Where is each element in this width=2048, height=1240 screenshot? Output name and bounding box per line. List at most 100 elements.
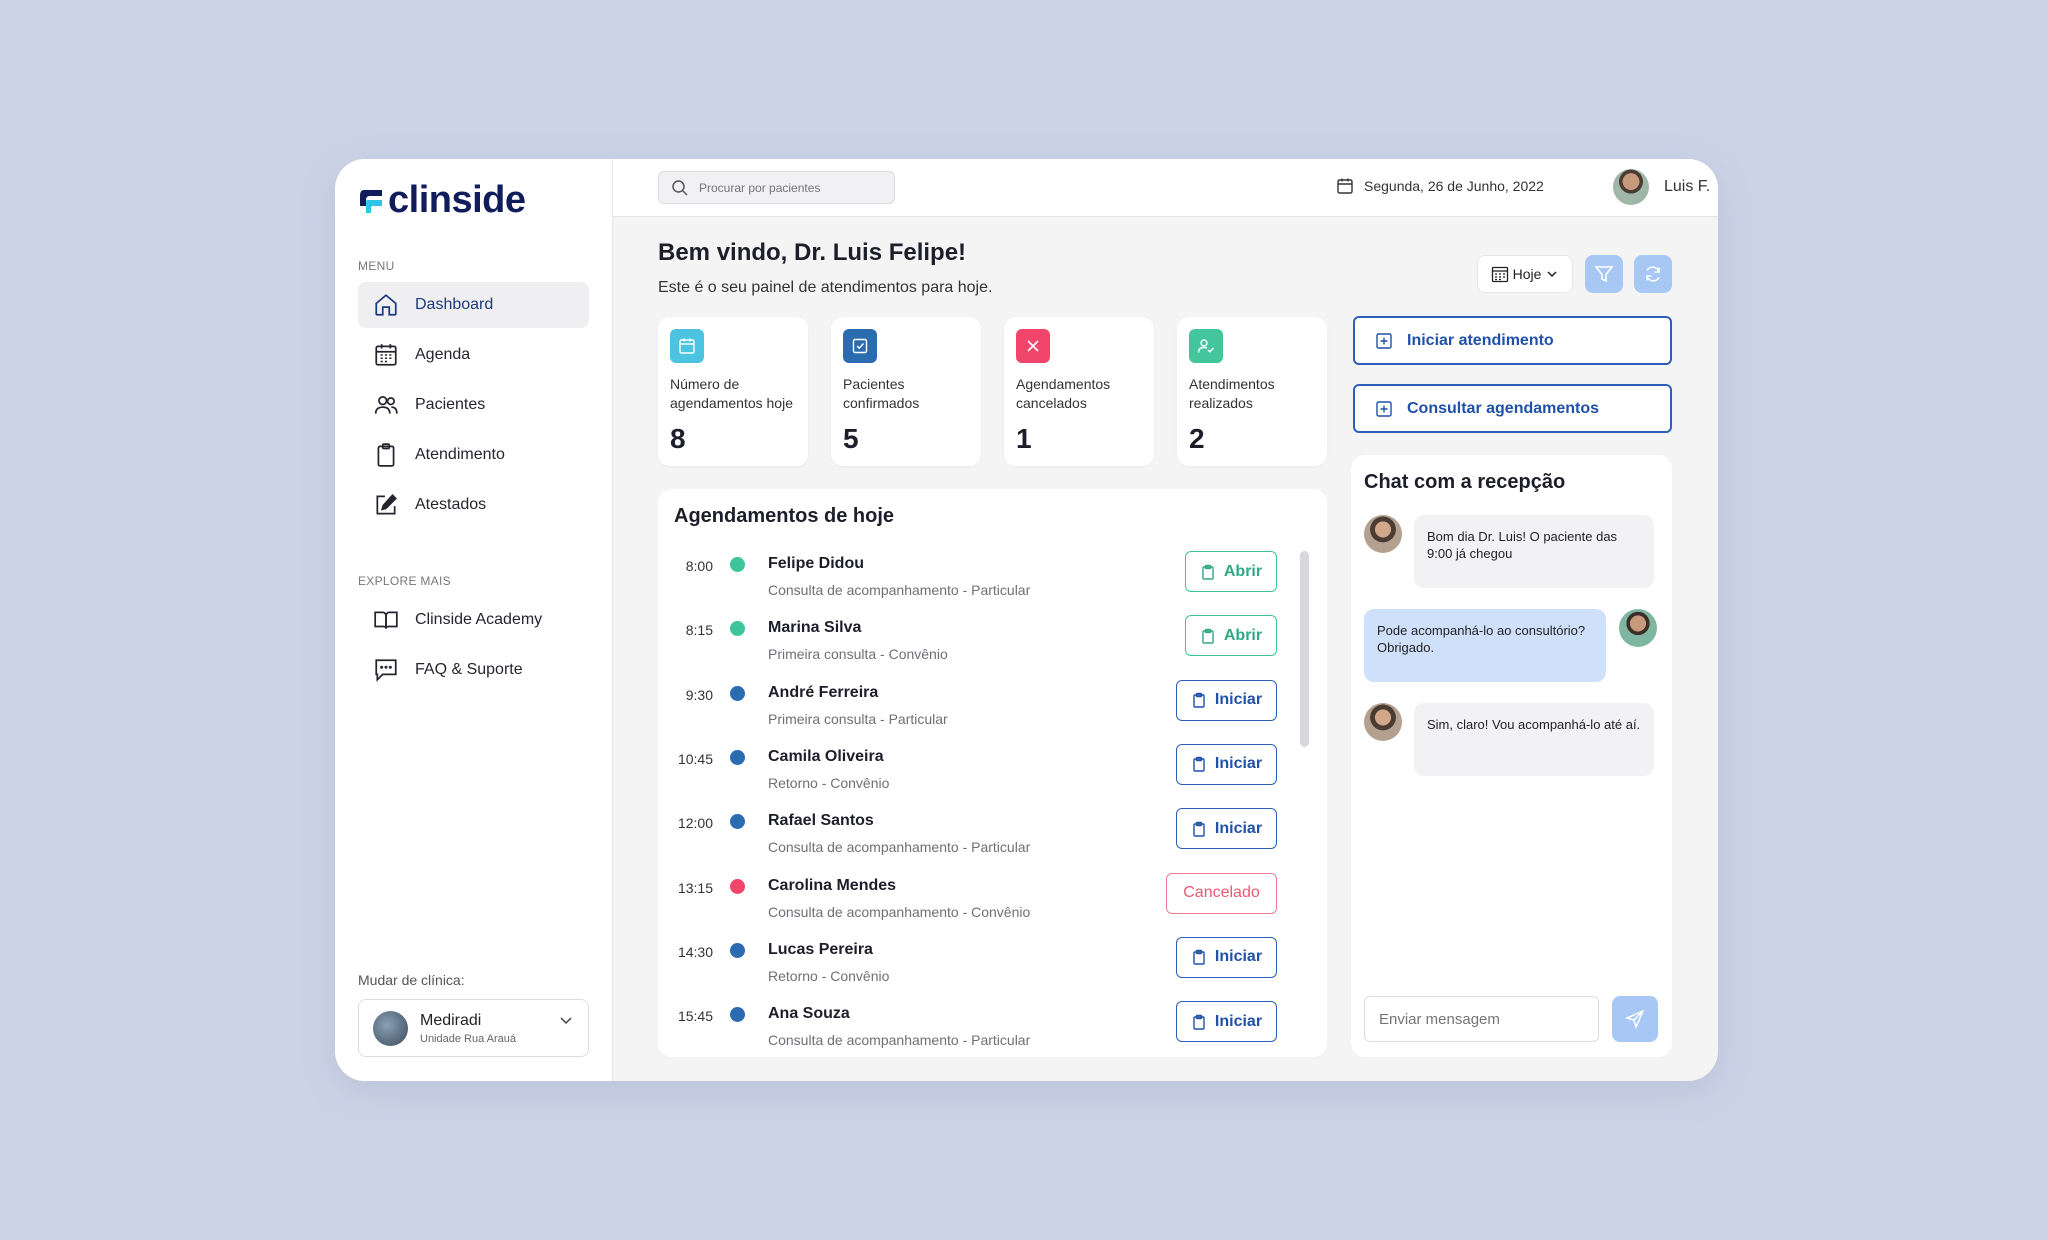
explore-menu: Clinside Academy FAQ & Suporte — [358, 597, 589, 697]
send-icon — [1625, 1009, 1645, 1029]
send-button[interactable] — [1612, 996, 1658, 1042]
clipboard-icon — [1202, 564, 1214, 580]
message-input[interactable] — [1364, 996, 1599, 1042]
search-input[interactable] — [699, 180, 879, 195]
page-title: Bem vindo, Dr. Luis Felipe! — [658, 239, 967, 266]
stat-card-appointments: Número de agendamentos hoje 8 — [658, 317, 808, 466]
sidebar-item-atendimento[interactable]: Atendimento — [358, 432, 589, 478]
filter-button[interactable] — [1585, 255, 1623, 293]
consult-appointments-button[interactable]: Consultar agendamentos — [1353, 384, 1672, 433]
clipboard-icon — [1202, 628, 1214, 644]
stat-card-completed: Atendimentos realizados 2 — [1177, 317, 1327, 466]
chat-title: Chat com a recepção — [1364, 471, 1566, 493]
sidebar-item-pacientes[interactable]: Pacientes — [358, 382, 589, 428]
button-label: Iniciar — [1214, 755, 1263, 773]
sidebar-item-label: FAQ & Suporte — [415, 661, 523, 678]
start-button[interactable]: Iniciar — [1176, 679, 1277, 721]
sidebar: clinside MENU Dashboard Agenda Pacientes… — [335, 159, 613, 1081]
clinic-switch-label: Mudar de clínica: — [358, 972, 465, 988]
stat-label: Agendamentos cancelados — [1016, 376, 1111, 411]
scrollbar[interactable] — [1300, 551, 1309, 747]
chat-icon — [375, 659, 397, 682]
refresh-button[interactable] — [1634, 255, 1672, 293]
chat-message: Sim, claro! Vou acompanhá-lo até aí. — [1414, 703, 1654, 776]
clipboard-icon — [1193, 1014, 1205, 1030]
avatar — [1364, 515, 1402, 553]
clinic-selector[interactable]: Mediradi Unidade Rua Arauá — [358, 999, 589, 1057]
patient-name: Lucas Pereira — [768, 940, 873, 958]
start-button[interactable]: Iniciar — [1176, 743, 1277, 785]
button-label: Iniciar — [1214, 948, 1263, 966]
appointment-time: 8:00 — [685, 558, 713, 574]
patient-name: André Ferreira — [768, 683, 879, 701]
clipboard-icon — [1193, 757, 1205, 773]
start-button[interactable]: Iniciar — [1176, 936, 1277, 978]
sidebar-item-label: Atestados — [415, 496, 487, 513]
stat-icon-box — [1189, 329, 1223, 363]
status-dot — [730, 942, 745, 958]
open-button[interactable]: Abrir — [1185, 551, 1277, 592]
topbar: Segunda, 26 de Junho, 2022 Luis F. — [613, 159, 1718, 217]
calendar-icon — [679, 338, 695, 354]
patient-name: Carolina Mendes — [768, 876, 897, 894]
status-dot — [730, 814, 745, 830]
patient-name: Camila Oliveira — [768, 747, 884, 765]
sidebar-item-label: Dashboard — [415, 296, 494, 313]
x-icon — [1027, 340, 1039, 352]
status-dot — [730, 878, 745, 894]
stat-card-cancelled: Agendamentos cancelados 1 — [1004, 317, 1154, 466]
plus-square-icon — [1376, 400, 1392, 417]
sidebar-item-label: Clinside Academy — [415, 611, 543, 628]
logo[interactable]: clinside — [358, 179, 526, 222]
start-button[interactable]: Iniciar — [1176, 808, 1277, 850]
stat-icon-box — [1016, 329, 1050, 363]
sidebar-item-faq[interactable]: FAQ & Suporte — [358, 647, 589, 693]
patient-name: Marina Silva — [768, 619, 862, 637]
user-menu[interactable]: Luis F. — [1613, 169, 1710, 205]
clipboard-icon — [377, 443, 395, 467]
calendar-icon — [1337, 178, 1353, 194]
appointments-panel: Agendamentos de hoje 8:00 Felipe Didou Con… — [658, 489, 1327, 1057]
patient-name: Ana Souza — [768, 1005, 850, 1023]
sidebar-item-dashboard[interactable]: Dashboard — [358, 282, 589, 328]
stat-icon-box — [843, 329, 877, 363]
button-label: Iniciar atendimento — [1407, 331, 1554, 349]
chevron-down-icon — [1547, 271, 1557, 278]
start-appointment-button[interactable]: Iniciar atendimento — [1353, 316, 1672, 365]
calendar-grid-icon — [1491, 266, 1508, 283]
sidebar-item-academy[interactable]: Clinside Academy — [358, 597, 589, 643]
appointment-time: 12:00 — [677, 815, 713, 832]
logo-text: clinside — [388, 179, 526, 221]
filter-icon — [1594, 266, 1614, 283]
sidebar-item-atestados[interactable]: Atestados — [358, 482, 589, 528]
appointment-type: Retorno - Convênio — [768, 967, 890, 984]
explore-section-label: EXPLORE MAIS — [358, 574, 451, 588]
home-icon — [375, 294, 397, 316]
avatar — [1613, 169, 1649, 205]
page-subtitle: Este é o seu painel de atendimentos para… — [658, 279, 993, 296]
current-date: Segunda, 26 de Junho, 2022 — [1336, 177, 1544, 195]
stat-value: 1 — [1016, 423, 1032, 454]
stat-card-confirmed: Pacientes confirmados 5 — [831, 317, 981, 466]
sidebar-item-label: Pacientes — [415, 396, 486, 413]
clipboard-icon — [1193, 692, 1205, 708]
sidebar-item-label: Atendimento — [415, 446, 505, 463]
appointments-title: Agendamentos de hoje — [674, 505, 895, 527]
period-dropdown[interactable]: Hoje — [1477, 255, 1573, 293]
open-button[interactable]: Abrir — [1185, 615, 1277, 657]
appointment-type: Retorno - Convênio — [768, 774, 890, 791]
status-dot — [730, 1007, 745, 1023]
chat-panel: Chat com a recepção Bom dia Dr. Luis! O … — [1351, 455, 1672, 1057]
stat-label: Pacientes confirmados — [843, 376, 920, 411]
start-button[interactable]: Iniciar — [1176, 1001, 1277, 1043]
clinic-avatar — [373, 1010, 408, 1046]
sidebar-item-agenda[interactable]: Agenda — [358, 332, 589, 378]
user-check-icon — [1197, 339, 1215, 353]
cancelled-button[interactable]: Cancelado — [1166, 872, 1277, 914]
appointment-row: 15:45 Ana Souza Consulta de acompanhamento… — [658, 1000, 1298, 1057]
button-label: Abrir — [1223, 562, 1263, 580]
search-box[interactable] — [658, 171, 895, 204]
check-square-icon — [852, 338, 868, 354]
logo-mark-icon — [360, 189, 382, 213]
appointment-type: Consulta de acompanhamento - Particular — [768, 1032, 1031, 1049]
